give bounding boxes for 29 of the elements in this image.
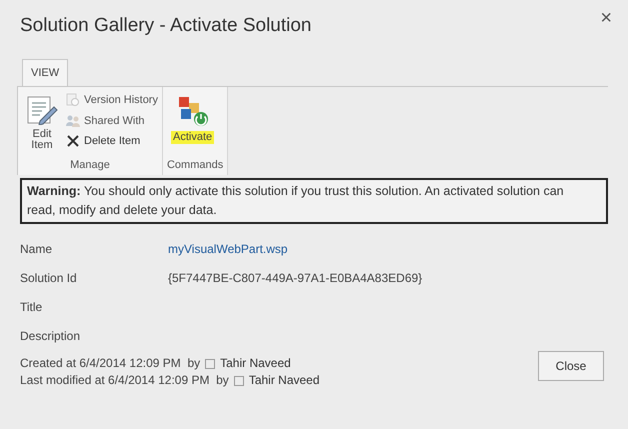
people-icon [66, 114, 80, 128]
edit-item-button[interactable]: Edit Item [22, 91, 62, 156]
warning-message: Warning: You should only activate this solution if you trust this solution. An activated solution can read, modify and delete your data. [20, 178, 608, 224]
group-label: Manage [69, 158, 111, 172]
button-label: Activate [170, 131, 214, 144]
window-title: Solution Gallery - Activate Solution [20, 14, 312, 38]
edit-document-icon [26, 95, 58, 125]
close-button[interactable]: × [600, 8, 612, 28]
button-label: Edit Item [31, 129, 53, 151]
cubes-icon [176, 95, 209, 127]
user-name: Tahir Naveed [248, 372, 320, 389]
delete-item-button[interactable]: Delete Item [66, 133, 158, 150]
field-label: Title [20, 299, 44, 316]
audit-text: Last modified at 6/4/2014 12:09 PM by [20, 372, 229, 389]
field-label: Description [20, 328, 82, 345]
ribbon-tab[interactable]: VIEW [22, 58, 68, 86]
activate-button[interactable]: Activate [166, 91, 218, 156]
close-x-icon [66, 134, 80, 148]
presence-icon [234, 376, 244, 386]
document-history-icon [66, 93, 80, 108]
close-dialog-button[interactable]: Close [538, 351, 604, 381]
group-label: Commands [166, 158, 224, 172]
presence-icon [205, 358, 216, 368]
audit-text: Created at 6/4/2014 12:09 PM by [20, 355, 200, 372]
field-value: {5F7447BE-C807-449A-97A1-E0BA4A83ED69} [168, 270, 422, 287]
field-label: Name [20, 241, 54, 258]
file-link[interactable]: myVisualWebPart.wsp [168, 240, 288, 258]
user-name: Tahir Naveed [220, 355, 291, 372]
field-label: Solution Id [20, 270, 78, 287]
